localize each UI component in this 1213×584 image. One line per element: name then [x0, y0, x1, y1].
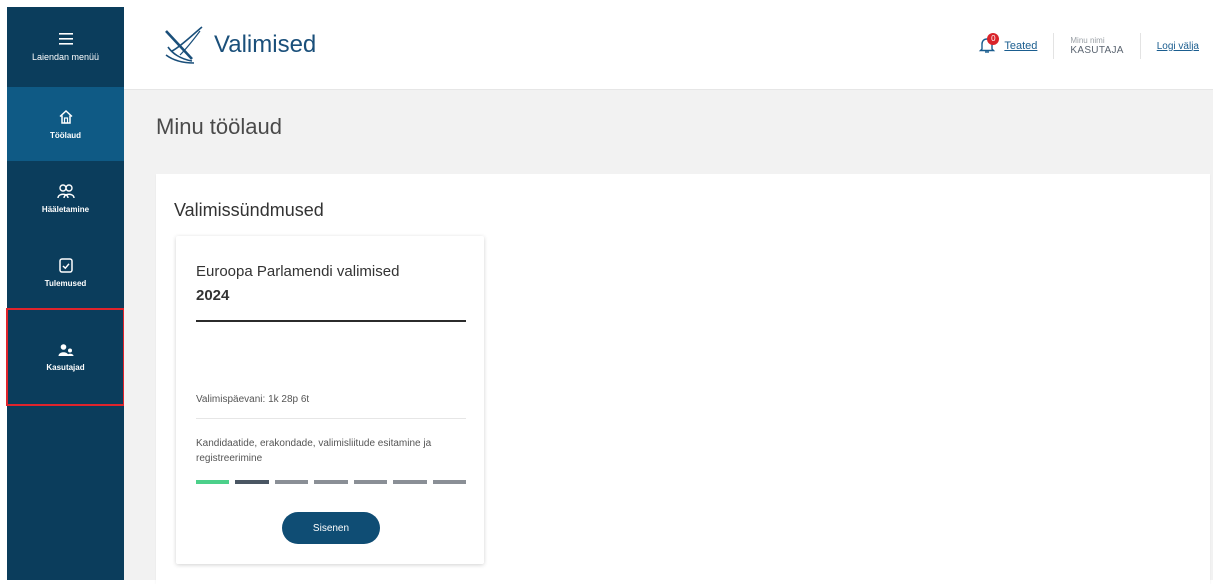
header-separator [1139, 33, 1141, 59]
valimised-logo-icon [165, 26, 203, 64]
election-events-panel: Valimissündmused Euroopa Parlamendi vali… [156, 174, 1210, 584]
voting-icon [56, 183, 75, 198]
user-name: KASUTAJA [1070, 45, 1124, 56]
expand-menu-label: Laiendan menüü [31, 52, 100, 62]
card-title-rule [196, 320, 466, 322]
sidebar-item-label: Tulemused [44, 278, 87, 288]
logout-link[interactable]: Logi välja [1157, 41, 1199, 52]
notifications-link[interactable]: 0 Teated [978, 33, 1038, 56]
sidebar-item-users[interactable]: Kasutajad [6, 308, 125, 406]
top-header: Valimised 0 Teated Minu nimi KASUTAJA Lo… [124, 7, 1213, 90]
sidebar-item-results[interactable]: Tulemused [7, 235, 124, 309]
current-phase: Kandidaatide, erakondade, valimisliitude… [196, 438, 432, 464]
logo-text: Valimised [214, 31, 317, 58]
progress-segment [274, 480, 309, 484]
logo[interactable]: Valimised [162, 25, 316, 65]
election-title: Euroopa Parlamendi valimised 2024 [196, 260, 399, 308]
election-year: 2024 [196, 287, 230, 304]
home-icon [58, 109, 73, 124]
page-title: Minu töölaud [156, 114, 282, 139]
sidebar: Laiendan menüü Töölaud Hääletamine Tulem… [6, 7, 125, 580]
card-divider [196, 418, 466, 419]
progress-segment [235, 480, 269, 484]
progress-segment [393, 480, 427, 484]
header-separator [1053, 33, 1055, 59]
main-content: Minu töölaud Valimissündmused Euroopa Pa… [124, 90, 1213, 584]
sidebar-item-voting[interactable]: Hääletamine [7, 161, 124, 235]
enter-button[interactable]: Sisenen [282, 512, 380, 544]
election-card: Euroopa Parlamendi valimised 2024 Valimi… [176, 236, 484, 564]
sidebar-item-dashboard[interactable]: Töölaud [7, 87, 124, 161]
notification-count-badge: 0 [987, 33, 1000, 45]
days-until-election: Valimispäevani: 1k 28p 6t [196, 394, 310, 405]
bell-icon: 0 [978, 33, 1000, 56]
progress-segment [432, 480, 466, 484]
user-caption: Minu nimi [1070, 36, 1105, 45]
expand-menu-button[interactable]: Laiendan menüü [7, 7, 124, 87]
user-info: Minu nimi KASUTAJA [1070, 36, 1123, 56]
progress-segment [196, 480, 230, 484]
notifications-label: Teated [1004, 40, 1038, 52]
hamburger-icon [58, 33, 73, 45]
header-actions: 0 Teated Minu nimi KASUTAJA Logi välja [978, 33, 1199, 59]
progress-segment [353, 480, 388, 484]
sidebar-item-label: Töölaud [49, 130, 82, 140]
sidebar-item-label: Kasutajad [46, 362, 85, 372]
progress-segment [314, 480, 348, 484]
panel-title: Valimissündmused [174, 200, 324, 220]
users-icon [58, 343, 73, 356]
election-name: Euroopa Parlamendi valimised [196, 263, 400, 280]
results-icon [58, 257, 73, 273]
sidebar-item-label: Hääletamine [41, 204, 90, 214]
phase-progress [196, 480, 466, 484]
